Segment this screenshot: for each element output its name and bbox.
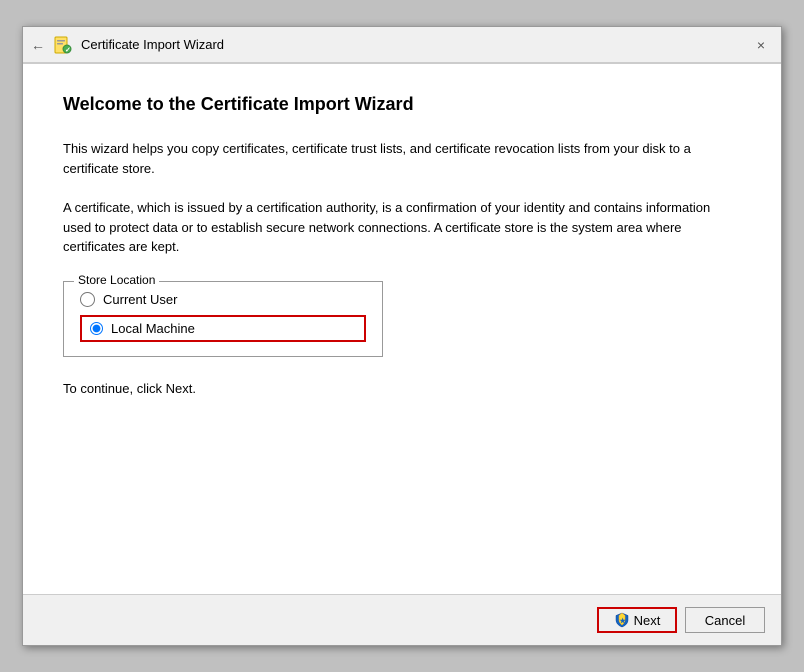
current-user-label: Current User — [103, 292, 177, 307]
wizard-title: Welcome to the Certificate Import Wizard — [63, 94, 741, 115]
wizard-window: ← ✓ Certificate Import Wizard × Welcome … — [22, 26, 782, 646]
svg-text:★: ★ — [619, 617, 626, 625]
store-location-group: Store Location Current User Local Machin… — [63, 281, 383, 357]
local-machine-radio[interactable] — [90, 322, 103, 335]
close-button[interactable]: × — [749, 33, 773, 57]
continue-text: To continue, click Next. — [63, 381, 741, 396]
footer: ★ Next Cancel — [23, 594, 781, 645]
cancel-label: Cancel — [705, 613, 745, 628]
description-2: A certificate, which is issued by a cert… — [63, 198, 741, 257]
next-button[interactable]: ★ Next — [597, 607, 677, 633]
local-machine-option[interactable]: Local Machine — [80, 315, 366, 342]
next-label: Next — [634, 613, 661, 628]
cert-icon: ✓ — [53, 35, 73, 55]
cancel-button[interactable]: Cancel — [685, 607, 765, 633]
current-user-option[interactable]: Current User — [80, 292, 366, 307]
description-1: This wizard helps you copy certificates,… — [63, 139, 741, 178]
current-user-radio[interactable] — [80, 292, 95, 307]
title-bar-left: ← ✓ Certificate Import Wizard — [31, 35, 224, 55]
back-button[interactable]: ← — [31, 37, 45, 53]
shield-icon: ★ — [614, 612, 630, 628]
local-machine-label: Local Machine — [111, 321, 195, 336]
svg-text:✓: ✓ — [65, 47, 71, 54]
window-title: Certificate Import Wizard — [81, 37, 224, 52]
title-bar: ← ✓ Certificate Import Wizard × — [23, 27, 781, 63]
store-location-legend: Store Location — [74, 273, 159, 287]
wizard-content: Welcome to the Certificate Import Wizard… — [23, 64, 781, 594]
